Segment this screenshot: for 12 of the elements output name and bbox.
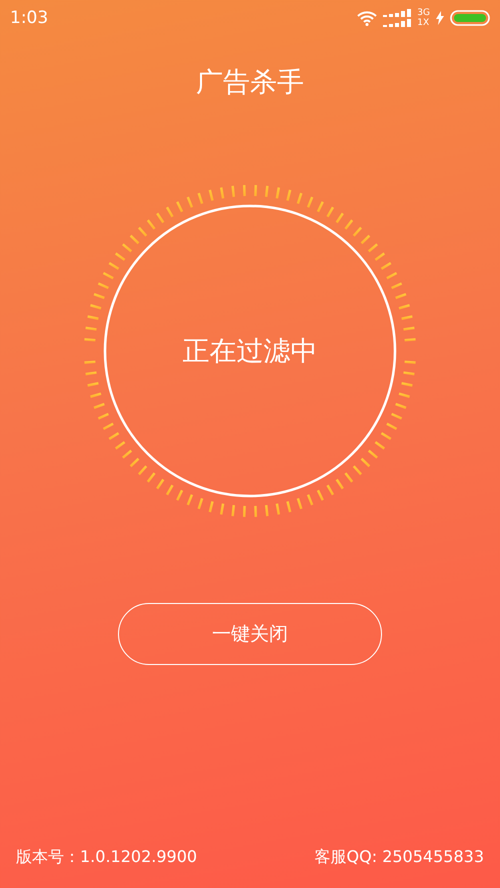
- close-all-button[interactable]: 一键关闭: [118, 603, 382, 665]
- signal-icon: [383, 9, 412, 27]
- network-type: 1X: [417, 18, 430, 28]
- wifi-icon: [357, 10, 378, 26]
- battery-icon: [450, 10, 490, 26]
- charging-icon: [436, 11, 444, 25]
- status-time: 1:03: [10, 8, 48, 28]
- version-label: 版本号：1.0.1202.9900: [16, 847, 198, 868]
- app-title: 广告杀手: [196, 66, 304, 100]
- network-type: 3G: [417, 8, 430, 18]
- support-contact: 客服QQ: 2505455833: [314, 847, 484, 868]
- filter-status: 正在过滤中: [182, 335, 318, 369]
